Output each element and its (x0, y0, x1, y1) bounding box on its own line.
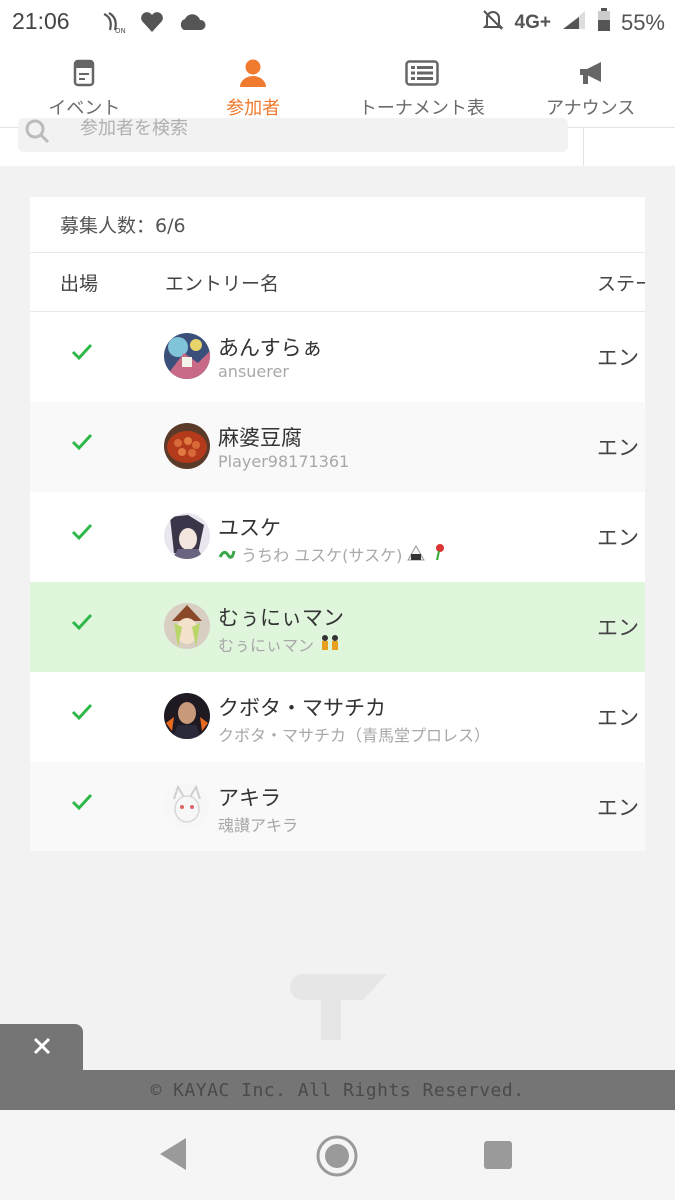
tab-participants[interactable]: 参加者 (169, 48, 338, 127)
check-icon (70, 342, 94, 366)
battery-percent: 55% (620, 9, 665, 35)
mute-bell-icon (481, 8, 505, 37)
tab-announce[interactable]: アナウンス (506, 48, 675, 127)
avatar[interactable] (164, 693, 210, 739)
heart-icon (140, 11, 164, 37)
onigiri-emoji-icon (407, 544, 426, 565)
rose-emoji-icon (431, 544, 447, 565)
entry-username: Player98171361 (218, 452, 350, 471)
entry-status: エン (597, 436, 639, 460)
tab-bracket-label: トーナメント表 (358, 98, 485, 119)
entry-username: うちわ ユスケ(サスケ) (218, 542, 447, 566)
network-type: 4G+ (514, 11, 551, 33)
back-icon[interactable] (158, 1136, 190, 1176)
tab-announce-label: アナウンス (545, 98, 636, 119)
check-icon (70, 522, 94, 546)
tab-event-label: イベント (48, 98, 121, 119)
avatar[interactable] (164, 333, 210, 379)
home-icon[interactable] (315, 1134, 359, 1182)
header-appearance: 出場 (60, 273, 99, 295)
check-icon (70, 432, 94, 456)
tab-bar: イベント 参加者 トーナメント表 アナウンス (0, 48, 675, 128)
check-icon (70, 792, 94, 816)
snake-emoji-icon (218, 546, 236, 565)
table-header: 出場 エントリー名 ステー (30, 253, 645, 312)
signal-icon (561, 9, 587, 36)
entry-name: クボタ・マサチカ (218, 696, 386, 720)
system-nav-bar (0, 1110, 675, 1200)
entry-name: ユスケ (218, 516, 281, 540)
tab-bracket[interactable]: トーナメント表 (338, 48, 507, 127)
check-icon (70, 612, 94, 636)
status-time: 21:06 (12, 8, 70, 34)
search-divider (583, 128, 584, 166)
entry-username: ansuerer (218, 362, 289, 381)
close-button[interactable] (0, 1024, 83, 1071)
battery-icon (597, 8, 611, 37)
recents-icon[interactable] (483, 1140, 513, 1174)
status-right: 4G+ 55% (481, 8, 665, 37)
check-icon (70, 702, 94, 726)
entry-status: エン (597, 526, 639, 550)
event-icon (73, 58, 95, 88)
search-strip: 参加者を検索 (0, 118, 675, 166)
close-icon (33, 1037, 51, 1059)
bracket-icon (405, 58, 439, 88)
table-row[interactable]: 麻婆豆腐 Player98171361 エン (30, 402, 645, 492)
entries-card: 募集人数：6/6 出場 エントリー名 ステー あんすらぁ ansuerer エン… (30, 197, 645, 851)
search-icon (22, 116, 52, 150)
table-row[interactable]: アキラ 魂讃アキラ エン (30, 762, 645, 851)
table-row[interactable]: あんすらぁ ansuerer エン (30, 312, 645, 402)
search-placeholder: 参加者を検索 (80, 118, 188, 139)
entry-status: エン (597, 706, 639, 730)
table-row[interactable]: ユスケ うちわ ユスケ(サスケ) エン (30, 492, 645, 582)
footer: © KAYAC Inc. All Rights Reserved. (0, 1070, 675, 1110)
header-entry-name: エントリー名 (165, 273, 280, 295)
recruit-count: 募集人数：6/6 (30, 197, 645, 253)
entry-name: むぅにぃマン (218, 606, 344, 630)
table-row[interactable]: クボタ・マサチカ クボタ・マサチカ（青馬堂プロレス） エン (30, 672, 645, 762)
table-row[interactable]: むぅにぃマン むぅにぃマン エン (30, 582, 645, 672)
avatar[interactable] (164, 603, 210, 649)
cloud-icon (178, 12, 206, 36)
nfc-icon: ON (100, 10, 126, 38)
entry-status: エン (597, 616, 639, 640)
entry-name: あんすらぁ (218, 336, 323, 360)
dancers-emoji-icon (319, 635, 341, 655)
entry-status: エン (597, 796, 639, 820)
entry-username: むぅにぃマン (218, 632, 341, 656)
megaphone-icon (577, 58, 605, 88)
tab-participants-label: 参加者 (226, 98, 281, 119)
entry-status: エン (597, 346, 639, 370)
entry-username: 魂讃アキラ (218, 816, 299, 835)
entry-name: 麻婆豆腐 (218, 426, 302, 450)
avatar[interactable] (164, 513, 210, 559)
search-input[interactable]: 参加者を検索 (18, 118, 568, 152)
avatar[interactable] (164, 423, 210, 469)
participant-icon (239, 58, 267, 88)
entry-name: アキラ (218, 786, 281, 810)
entry-username: クボタ・マサチカ（青馬堂プロレス） (218, 726, 491, 745)
avatar[interactable] (164, 783, 210, 829)
status-left-icons: ON (100, 10, 206, 38)
app-logo-watermark (283, 970, 389, 1046)
svg-text:ON: ON (115, 27, 126, 34)
status-bar: 21:06 ON 4G+ 55% (0, 0, 675, 48)
header-status: ステー (597, 273, 645, 295)
copyright-text: © KAYAC Inc. All Rights Reserved. (150, 1079, 525, 1101)
